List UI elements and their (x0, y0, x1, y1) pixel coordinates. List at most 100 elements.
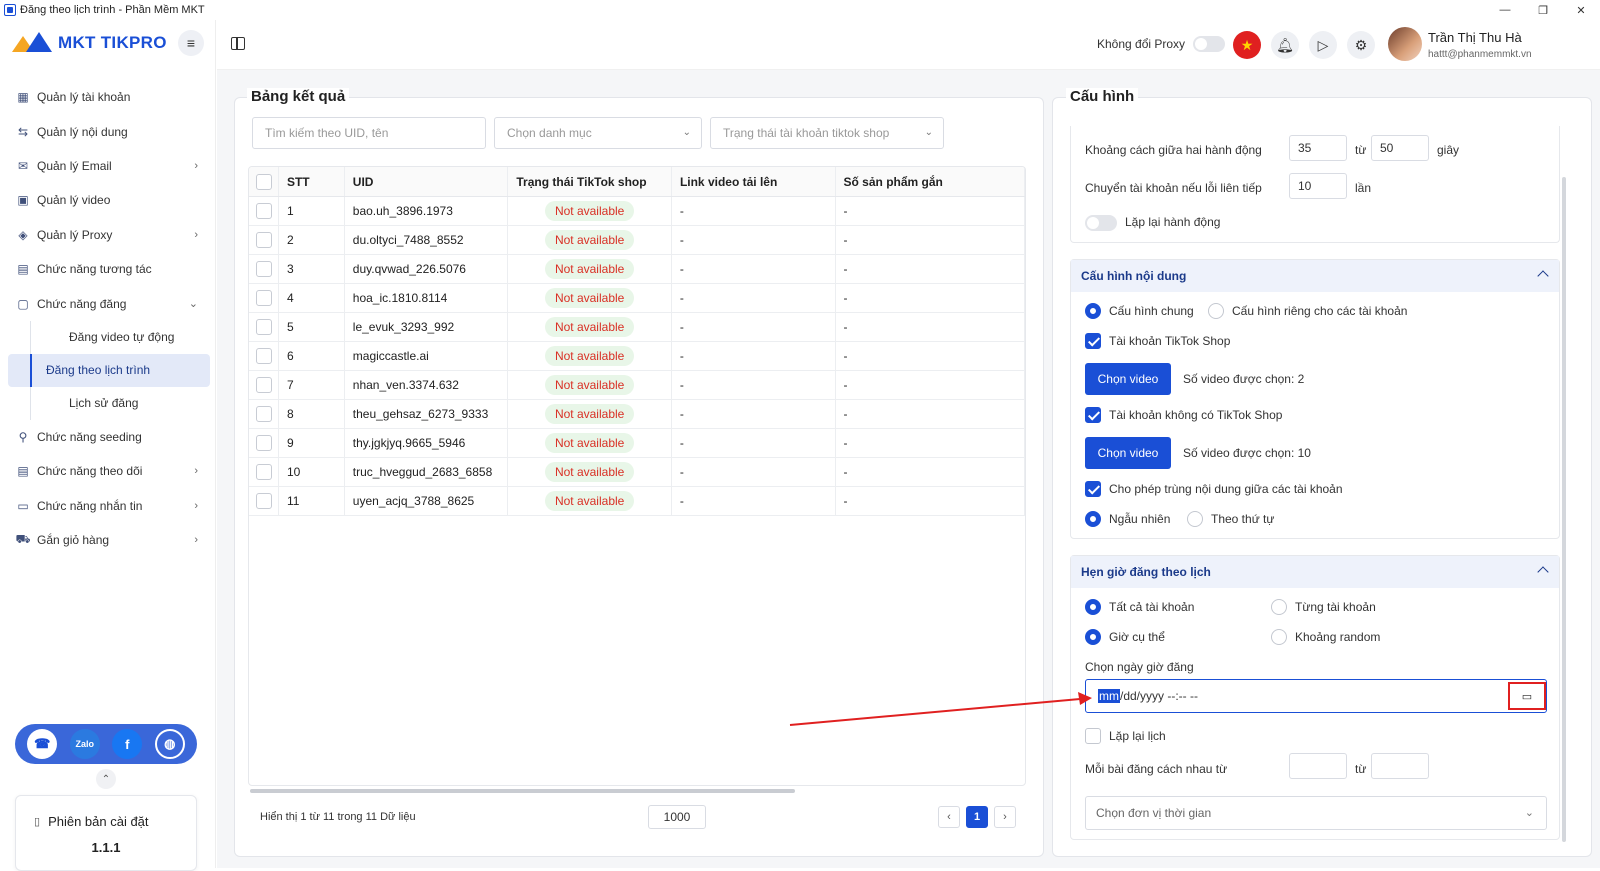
datetime-month-segment[interactable]: mm (1098, 689, 1120, 703)
page-button-1[interactable]: 1 (966, 806, 988, 828)
next-page-button[interactable]: › (994, 806, 1016, 828)
chevron-right-icon: › (194, 159, 198, 172)
avatar[interactable] (1388, 27, 1422, 61)
sidebar-item-accounts[interactable]: ▦ Quản lý tài khoản (8, 80, 210, 114)
close-button[interactable]: ✕ (1562, 0, 1600, 20)
post-gap-to-input[interactable] (1371, 753, 1429, 779)
radio-random-range[interactable] (1271, 629, 1287, 645)
bell-icon[interactable]: 🔔︎ (1271, 31, 1299, 59)
radio-specific-time[interactable] (1085, 629, 1101, 645)
play-icon[interactable]: ▷ (1309, 31, 1337, 59)
radio-each-account[interactable] (1271, 599, 1287, 615)
column-header-video-link[interactable]: Link video tải lên (672, 167, 836, 196)
sidebar-item-post[interactable]: ▢ Chức năng đăng ⌄ (8, 286, 210, 320)
radio-common-config[interactable] (1085, 303, 1101, 319)
menu-toggle-button[interactable]: ≡ (178, 30, 204, 56)
radio-ordered[interactable] (1187, 511, 1203, 527)
proxy-toggle[interactable] (1193, 36, 1226, 52)
choose-video-button-shop[interactable]: Chọn video (1085, 363, 1171, 395)
row-checkbox[interactable] (256, 493, 272, 509)
sidebar-item-content[interactable]: ⇆ Quản lý nội dung (8, 114, 210, 148)
post-gap-from-input[interactable] (1289, 753, 1347, 779)
table-row[interactable]: 5 le_evuk_3293_992 Not available - - (249, 313, 1025, 342)
status-badge: Not available (544, 346, 635, 366)
table-row[interactable]: 6 magiccastle.ai Not available - - (249, 342, 1025, 371)
sidebar-item-video[interactable]: ▣ Quản lý video (8, 183, 210, 217)
sidebar-item-email[interactable]: ✉ Quản lý Email › (8, 149, 210, 183)
sidebar-item-seeding[interactable]: ⚲ Chức năng seeding (8, 420, 210, 454)
row-checkbox[interactable] (256, 464, 272, 480)
table-row[interactable]: 8 theu_gehsaz_6273_9333 Not available - - (249, 400, 1025, 429)
row-checkbox[interactable] (256, 232, 272, 248)
row-checkbox[interactable] (256, 261, 272, 277)
sidebar-item-proxy[interactable]: ◈ Quản lý Proxy › (8, 218, 210, 252)
layout-toggle-icon[interactable] (231, 37, 245, 50)
table-row[interactable]: 3 duy.qvwad_226.5076 Not available - - (249, 255, 1025, 284)
checkbox-repeat-schedule[interactable] (1085, 728, 1101, 744)
column-header-shop-status[interactable]: Trạng thái TikTok shop (508, 167, 672, 196)
row-checkbox[interactable] (256, 319, 272, 335)
sidebar-item-interact[interactable]: ▤ Chức năng tương tác (8, 252, 210, 286)
table-row[interactable]: 7 nhan_ven.3374.632 Not available - - (249, 371, 1025, 400)
column-header-product-count[interactable]: Số sản phẩm gắn (836, 167, 1025, 196)
radio-private-config[interactable] (1208, 303, 1224, 319)
schedule-header[interactable]: Hẹn giờ đăng theo lịch (1071, 556, 1559, 588)
sidebar-item-cart[interactable]: ⛟ Gắn giỏ hàng › (8, 523, 210, 557)
checkbox-tiktok-shop[interactable] (1085, 333, 1101, 349)
radio-random[interactable] (1085, 511, 1101, 527)
row-checkbox[interactable] (256, 377, 272, 393)
gear-icon[interactable]: ⚙ (1347, 31, 1375, 59)
switch-account-input[interactable]: 10 (1289, 173, 1347, 199)
table-row[interactable]: 1 bao.uh_3896.1973 Not available - - (249, 197, 1025, 226)
table-row[interactable]: 4 hoa_ic.1810.8114 Not available - - (249, 284, 1025, 313)
checkbox-allow-duplicate[interactable] (1085, 481, 1101, 497)
row-checkbox[interactable] (256, 435, 272, 451)
sidebar-item-follow[interactable]: ▤ Chức năng theo dõi › (8, 454, 210, 488)
vietnam-flag-icon[interactable]: ★ (1233, 31, 1261, 59)
shop-status-select[interactable]: Trạng thái tài khoản tiktok shop ⌄ (710, 117, 944, 149)
radio-all-accounts[interactable] (1085, 599, 1101, 615)
facebook-icon[interactable]: f (112, 729, 143, 759)
search-input[interactable]: Tìm kiếm theo UID, tên (252, 117, 486, 149)
calendar-icon[interactable]: ▭ (1508, 682, 1546, 710)
prev-page-button[interactable]: ‹ (938, 806, 960, 828)
table-row[interactable]: 2 du.oltyci_7488_8552 Not available - - (249, 226, 1025, 255)
minimize-button[interactable]: — (1486, 0, 1524, 20)
sidebar-item-message[interactable]: ▭ Chức năng nhắn tin › (8, 489, 210, 523)
collapse-up-icon[interactable]: ⌃ (96, 769, 116, 789)
proxy-label: Không đổi Proxy (1097, 37, 1186, 51)
checkbox-no-shop[interactable] (1085, 407, 1101, 423)
repeat-action-toggle[interactable] (1085, 215, 1117, 231)
page-size-input[interactable]: 1000 (648, 805, 706, 829)
row-checkbox[interactable] (256, 290, 272, 306)
cell-stt: 7 (279, 371, 345, 399)
vertical-scrollbar[interactable] (1562, 177, 1566, 842)
time-unit-select[interactable]: Chọn đơn vị thời gian ⌄ (1085, 796, 1547, 830)
globe-icon[interactable]: ◍ (154, 729, 185, 759)
choose-video-button-no-shop[interactable]: Chọn video (1085, 437, 1171, 469)
sidebar-subitem-schedule-post[interactable]: Đăng theo lịch trình (8, 353, 210, 387)
datetime-input[interactable]: mm /dd/yyyy --:-- -- ▭ (1085, 679, 1547, 713)
row-checkbox[interactable] (256, 348, 272, 364)
table-row[interactable]: 11 uyen_acjq_3788_8625 Not available - - (249, 487, 1025, 516)
interact-icon: ▤ (17, 262, 29, 277)
action-gap-from-input[interactable]: 35 (1289, 135, 1347, 161)
radio-common-config-label: Cấu hình chung (1109, 304, 1194, 318)
zalo-icon[interactable]: Zalo (69, 729, 100, 759)
select-all-checkbox[interactable] (256, 173, 272, 190)
action-gap-to-input[interactable]: 50 (1371, 135, 1429, 161)
horizontal-scrollbar[interactable] (250, 789, 795, 793)
row-checkbox[interactable] (256, 203, 272, 219)
cell-product-count: - (836, 400, 1025, 428)
column-header-uid[interactable]: UID (345, 167, 509, 196)
table-row[interactable]: 9 thy.jgkjyq.9665_5946 Not available - - (249, 429, 1025, 458)
column-header-stt[interactable]: STT (279, 167, 345, 196)
table-row[interactable]: 10 truc_hveggud_2683_6858 Not available - - (249, 458, 1025, 487)
sidebar-subitem-post-history[interactable]: Lịch sử đăng (30, 386, 210, 420)
sidebar-subitem-auto-post[interactable]: Đăng video tự động (30, 320, 210, 354)
category-select[interactable]: Chọn danh mục ⌄ (494, 117, 702, 149)
content-config-header[interactable]: Cấu hình nội dung (1071, 260, 1559, 292)
maximize-button[interactable]: ❐ (1524, 0, 1562, 20)
support-icon[interactable]: ☎ (27, 729, 58, 759)
row-checkbox[interactable] (256, 406, 272, 422)
